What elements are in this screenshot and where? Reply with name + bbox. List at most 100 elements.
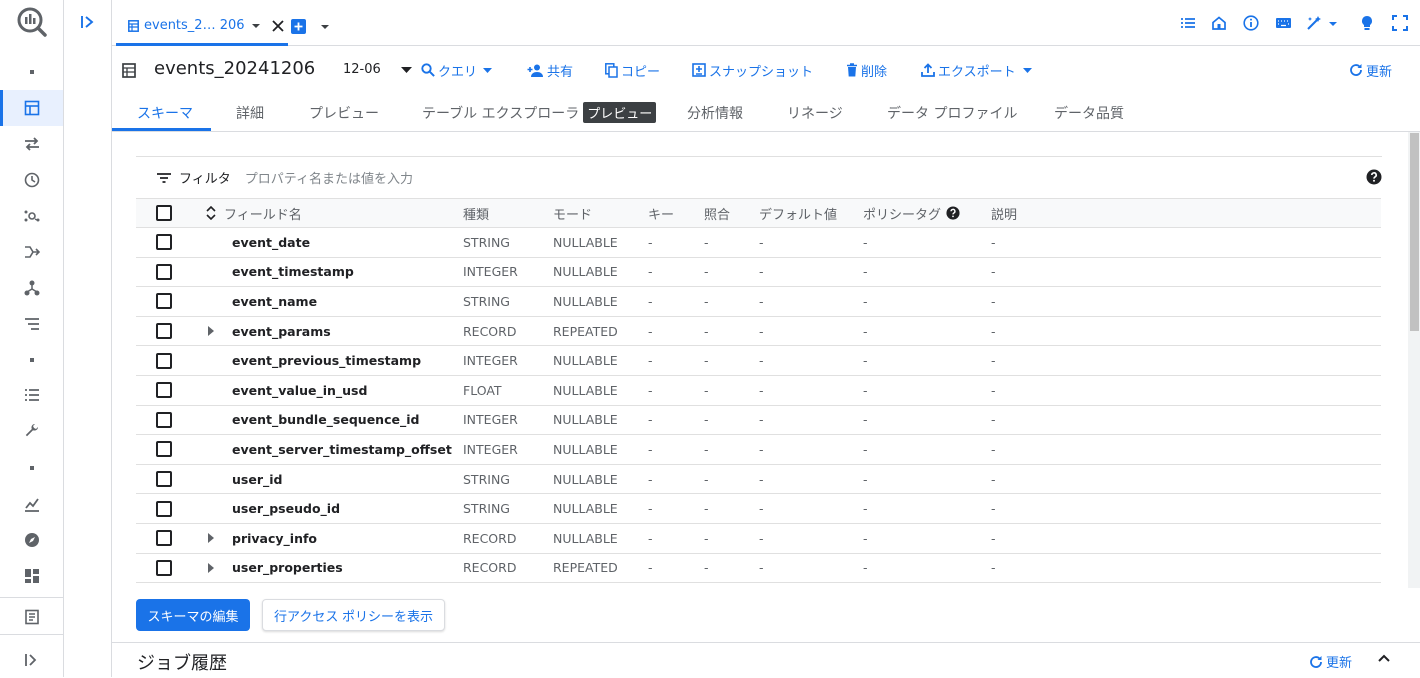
table-row[interactable]: event_value_in_usd FLOAT NULLABLE - - - - -: [136, 376, 1381, 406]
table-row[interactable]: user_pseudo_id STRING NULLABLE - - - - -: [136, 494, 1381, 524]
tab-menu-caret-icon[interactable]: [251, 23, 261, 29]
table-row[interactable]: event_name STRING NULLABLE - - - - -: [136, 287, 1381, 317]
tab-table-explorer[interactable]: テーブル エクスプローラ プレビュー: [422, 94, 657, 131]
table-row[interactable]: user_id STRING NULLABLE - - - - -: [136, 465, 1381, 495]
lightbulb-icon[interactable]: [1360, 15, 1378, 33]
delete-button[interactable]: 削除: [846, 60, 887, 80]
edit-schema-button[interactable]: スキーマの編集: [136, 599, 250, 631]
magic-wand-menu-icon[interactable]: [1306, 15, 1338, 33]
editor-tab-events[interactable]: events_2… 206: [116, 8, 288, 46]
explore-compass-icon[interactable]: [0, 522, 63, 558]
export-button[interactable]: エクスポート: [921, 60, 1032, 80]
analytics-hub-icon[interactable]: [0, 198, 63, 234]
header-field-name[interactable]: フィールド名: [224, 199, 302, 227]
snapshot-button[interactable]: スナップショット: [692, 60, 813, 80]
cell-field-name: event_name: [232, 293, 318, 309]
row-checkbox[interactable]: [156, 465, 172, 494]
header-collation: 照合: [704, 207, 731, 223]
info-icon[interactable]: [1243, 15, 1261, 33]
sort-toggle-icon[interactable]: [206, 199, 216, 227]
filter-bar[interactable]: フィルタ プロパティ名または値を入力: [136, 156, 1382, 198]
data-transfer-icon[interactable]: [0, 126, 63, 162]
tab-lineage[interactable]: リネージ: [787, 94, 843, 131]
table-row[interactable]: event_previous_timestamp INTEGER NULLABLE -…: [136, 346, 1381, 376]
table-row[interactable]: event_timestamp INTEGER NULLABLE - - - - -: [136, 258, 1381, 288]
new-tab-plus-icon[interactable]: [291, 19, 306, 34]
filter-input[interactable]: プロパティ名または値を入力: [245, 168, 413, 187]
row-checkbox[interactable]: [156, 317, 172, 346]
release-notes-icon[interactable]: [0, 599, 63, 635]
studio-icon[interactable]: [0, 90, 63, 126]
rail-dot-3: [0, 450, 63, 486]
fullscreen-icon[interactable]: [1392, 15, 1410, 33]
share-button[interactable]: 共有: [527, 60, 573, 80]
table-row[interactable]: user_properties RECORD REPEATED - - - - -: [136, 554, 1381, 584]
pipelines-icon[interactable]: [0, 270, 63, 306]
cell-description: -: [991, 471, 996, 487]
row-checkbox[interactable]: [156, 494, 172, 523]
row-checkbox[interactable]: [156, 524, 172, 553]
cell-field-name: event_date: [232, 234, 311, 250]
row-checkbox[interactable]: [156, 435, 172, 464]
table-row[interactable]: event_server_timestamp_offset INTEGER NULL…: [136, 435, 1381, 465]
cell-policy-tags: -: [863, 412, 868, 428]
cell-default-value: -: [759, 382, 764, 398]
wrench-icon[interactable]: [0, 413, 63, 449]
export-icon: [921, 63, 935, 77]
cell-mode: NULLABLE: [553, 353, 618, 369]
policy-tags-help-icon[interactable]: [946, 206, 960, 220]
expand-row-icon[interactable]: [208, 317, 214, 346]
query-button[interactable]: クエリ: [421, 60, 493, 80]
tab-details[interactable]: 詳細: [236, 94, 264, 131]
workflow-icon[interactable]: [0, 306, 63, 342]
collapse-panel-chevron-icon[interactable]: [1378, 654, 1390, 662]
copy-button[interactable]: コピー: [605, 60, 660, 80]
row-checkbox[interactable]: [156, 554, 172, 583]
select-all-checkbox[interactable]: [156, 199, 172, 227]
tab-data-quality[interactable]: データ品質: [1054, 94, 1124, 131]
row-checkbox[interactable]: [156, 346, 172, 375]
row-checkbox[interactable]: [156, 287, 172, 316]
tab-insights[interactable]: 分析情報: [687, 94, 743, 131]
cell-collation: -: [704, 264, 709, 280]
expand-row-icon[interactable]: [208, 554, 214, 583]
dataflow-icon[interactable]: [0, 234, 63, 270]
cell-default-value: -: [759, 264, 764, 280]
row-checkbox[interactable]: [156, 376, 172, 405]
table-row[interactable]: event_date STRING NULLABLE - - - - -: [136, 228, 1381, 258]
partition-selector[interactable]: 12-06: [343, 62, 412, 77]
row-checkbox[interactable]: [156, 258, 172, 287]
help-icon[interactable]: [1366, 169, 1382, 185]
view-row-access-policies-button[interactable]: 行アクセス ポリシーを表示: [262, 599, 445, 631]
table-row[interactable]: event_bundle_sequence_id INTEGER NULLABLE -…: [136, 406, 1381, 436]
new-tab-menu-caret-icon[interactable]: [320, 24, 330, 30]
cell-type: RECORD: [463, 323, 517, 339]
table-title-icon: [122, 63, 136, 78]
tab-data-profile[interactable]: データ プロファイル: [887, 94, 1017, 131]
header-mode: モード: [553, 207, 593, 223]
tab-schema[interactable]: スキーマ: [137, 94, 193, 131]
tab-preview[interactable]: プレビュー: [309, 94, 379, 131]
scheduled-queries-icon[interactable]: [0, 162, 63, 198]
expand-row-icon[interactable]: [208, 524, 214, 553]
row-checkbox[interactable]: [156, 228, 172, 257]
monitoring-icon[interactable]: [0, 486, 63, 522]
content-scrollbar-thumb[interactable]: [1410, 133, 1419, 331]
keyboard-icon[interactable]: [1275, 15, 1293, 33]
expand-rail-icon[interactable]: [0, 642, 63, 678]
cell-collation: -: [704, 234, 709, 250]
list-view-icon[interactable]: [1180, 15, 1198, 33]
table-row[interactable]: event_params RECORD REPEATED - - - - -: [136, 317, 1381, 347]
tab-close-icon[interactable]: [271, 19, 284, 32]
cell-description: -: [991, 412, 996, 428]
job-refresh-label: 更新: [1326, 656, 1353, 671]
refresh-button[interactable]: 更新: [1349, 60, 1392, 80]
row-checkbox[interactable]: [156, 406, 172, 435]
job-history-refresh-button[interactable]: 更新: [1309, 652, 1352, 671]
table-row[interactable]: privacy_info RECORD NULLABLE - - - - -: [136, 524, 1381, 554]
expand-explorer-icon[interactable]: [80, 14, 96, 30]
jobs-list-icon[interactable]: [0, 377, 63, 413]
home-icon[interactable]: [1211, 15, 1229, 33]
bigquery-logo-icon[interactable]: [16, 6, 48, 38]
dashboard-icon[interactable]: [0, 558, 63, 594]
